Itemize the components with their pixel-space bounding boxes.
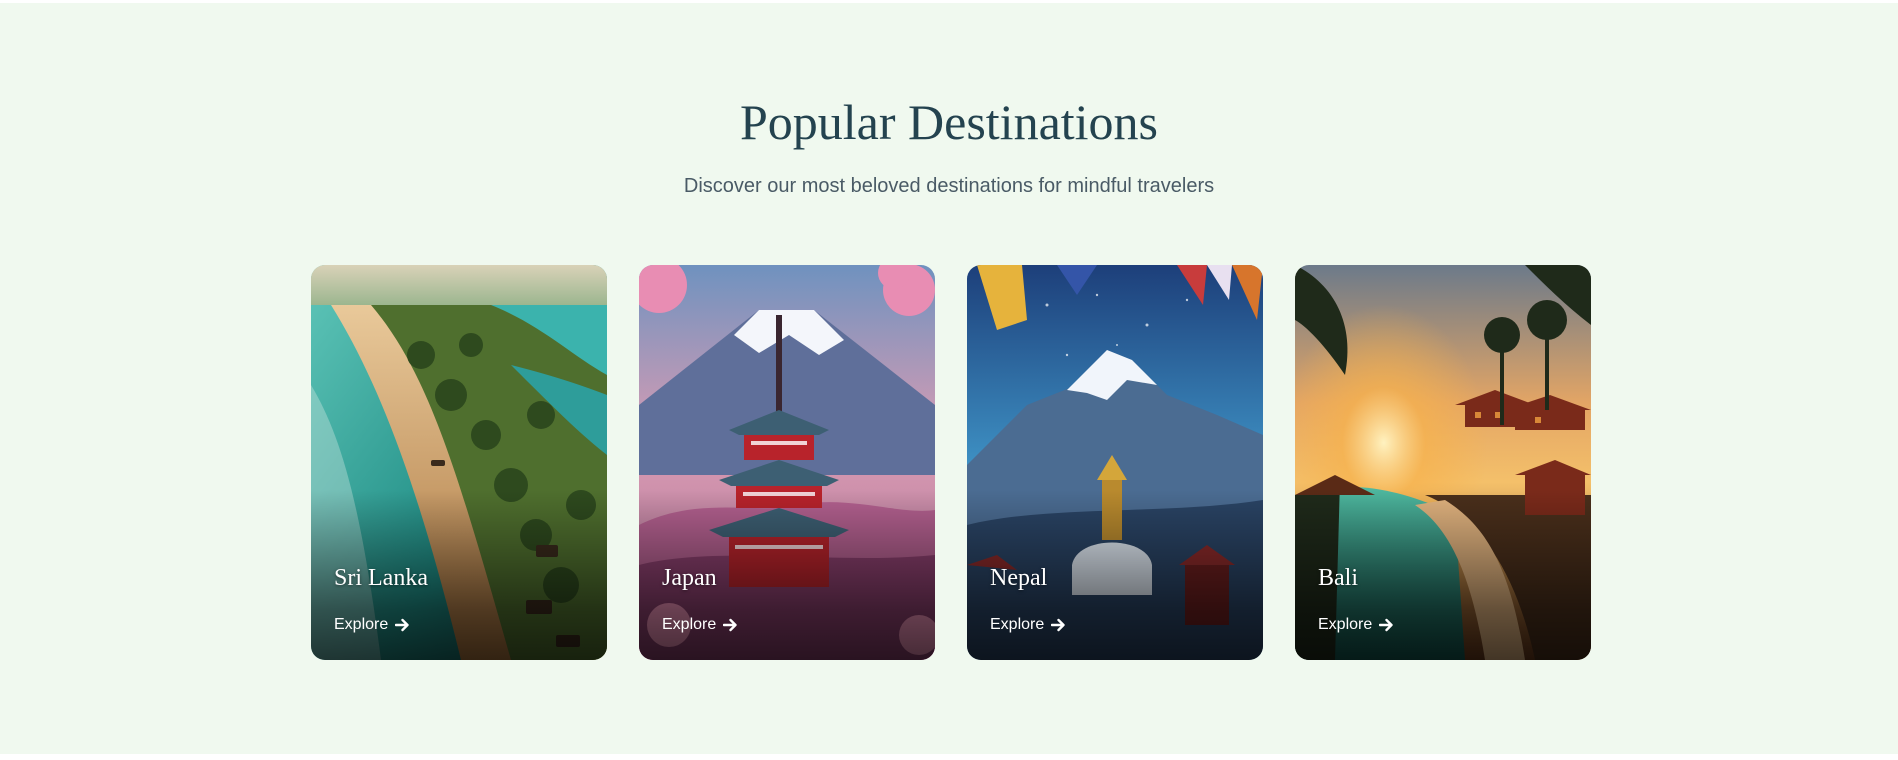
section-title: Popular Destinations xyxy=(739,94,1159,150)
destination-card-japan[interactable]: Japan Explore xyxy=(639,265,935,660)
destination-name: Japan xyxy=(662,565,717,591)
explore-label: Explore xyxy=(662,616,717,633)
destination-card-sri-lanka[interactable]: Sri Lanka Explore xyxy=(311,265,607,660)
destination-name: Sri Lanka xyxy=(334,565,428,591)
arrow-right-icon xyxy=(1379,618,1393,632)
destination-card-bali[interactable]: Bali Explore xyxy=(1295,265,1591,660)
explore-label: Explore xyxy=(1318,616,1373,633)
explore-label: Explore xyxy=(334,616,389,633)
destination-card-nepal[interactable]: Nepal Explore xyxy=(967,265,1263,660)
destinations-section: Popular Destinations Discover our most b… xyxy=(0,3,1898,754)
explore-link[interactable]: Explore xyxy=(662,613,738,637)
arrow-right-icon xyxy=(395,618,409,632)
explore-link[interactable]: Explore xyxy=(990,613,1066,637)
destination-name: Bali xyxy=(1318,565,1358,591)
destination-name: Nepal xyxy=(990,565,1048,591)
arrow-right-icon xyxy=(723,618,737,632)
arrow-right-icon xyxy=(1051,618,1065,632)
section-subtitle: Discover our most beloved destinations f… xyxy=(683,175,1215,197)
explore-label: Explore xyxy=(990,616,1045,633)
explore-link[interactable]: Explore xyxy=(334,613,410,637)
explore-link[interactable]: Explore xyxy=(1318,613,1394,637)
